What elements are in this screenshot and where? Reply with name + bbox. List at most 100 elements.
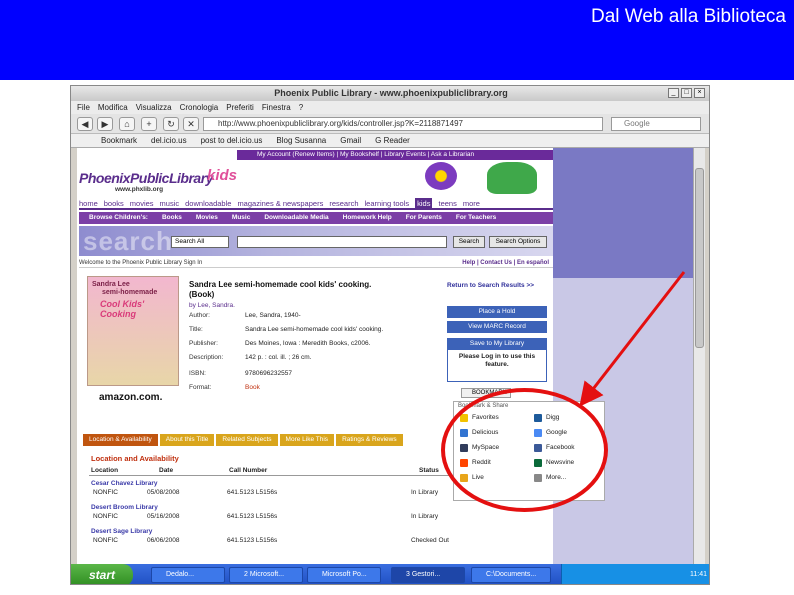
subnav-books[interactable]: Books xyxy=(162,212,182,224)
col-date: Date xyxy=(159,467,174,474)
cover-title: Cool Kids' Cooking xyxy=(100,299,145,319)
tab-location-availability[interactable]: Location & Availability xyxy=(83,434,158,446)
bookmark-item[interactable]: Gmail xyxy=(340,134,361,147)
catalog-search-input[interactable] xyxy=(237,236,447,248)
reload-icon[interactable]: ↻ xyxy=(163,117,179,131)
vertical-scrollbar[interactable] xyxy=(693,148,705,573)
taskbar-item[interactable]: C:\Documents... xyxy=(471,567,551,583)
tab-teens[interactable]: teens xyxy=(438,198,456,208)
stop-icon[interactable]: ✕ xyxy=(183,117,199,131)
subnav-music[interactable]: Music xyxy=(232,212,250,224)
meta-value: 142 p. : col. ill. ; 26 cm. xyxy=(245,354,312,361)
status: In Library xyxy=(411,489,439,496)
meta-label: Publisher: xyxy=(189,340,218,347)
availability-heading: Location and Availability xyxy=(91,454,179,463)
date: 05/16/2008 xyxy=(147,513,180,520)
bookmark-item[interactable]: G Reader xyxy=(375,134,410,147)
address-bar[interactable]: http://www.phoenixpubliclibrary.org/kids… xyxy=(203,117,603,131)
book-author-link[interactable]: by Lee, Sandra. xyxy=(189,302,235,309)
clock[interactable]: 11:41 xyxy=(690,571,707,578)
bookmark-item[interactable]: del.icio.us xyxy=(151,134,187,147)
scroll-thumb[interactable] xyxy=(695,168,704,348)
library-name[interactable]: Desert Broom Library xyxy=(91,504,158,511)
help-links[interactable]: Help | Contact Us | En español xyxy=(462,258,549,268)
library-name[interactable]: Cesar Chavez Library xyxy=(91,480,157,487)
library-logo[interactable]: PhoenixPublicLibrary kids www.phxlib.org xyxy=(79,164,239,194)
amazon-logo[interactable]: amazon.com. xyxy=(99,392,162,403)
slide-header: Dal Web alla Biblioteca xyxy=(0,0,794,80)
taskbar-item[interactable]: Microsoft Po... xyxy=(307,567,381,583)
date: 05/08/2008 xyxy=(147,489,180,496)
bookmark-item[interactable]: post to del.icio.us xyxy=(201,134,263,147)
subnav-downloadable-media[interactable]: Downloadable Media xyxy=(264,212,328,224)
taskbar-item[interactable]: Dedalo... xyxy=(151,567,225,583)
place-hold-button[interactable]: Place a Hold xyxy=(447,306,547,318)
menu-help[interactable]: ? xyxy=(299,101,303,114)
tab-books[interactable]: books xyxy=(104,198,124,208)
web-search-input[interactable]: Google xyxy=(611,117,701,131)
search-options-button[interactable]: Search Options xyxy=(489,236,547,248)
tab-music[interactable]: music xyxy=(160,198,180,208)
subnav-homework-help[interactable]: Homework Help xyxy=(343,212,392,224)
login-note[interactable]: Please Log in to use this feature. xyxy=(447,348,547,382)
tab-kids[interactable]: kids xyxy=(415,198,433,208)
menu-view[interactable]: Visualizza xyxy=(136,101,172,114)
bookmark-item[interactable]: Blog Susanna xyxy=(276,134,326,147)
tab-downloadable[interactable]: downloadable xyxy=(185,198,231,208)
maximize-icon[interactable]: □ xyxy=(681,88,692,98)
search-scope-select[interactable]: Search All xyxy=(171,236,229,248)
home-icon[interactable]: ⌂ xyxy=(119,117,135,131)
flower-illustration xyxy=(425,162,457,190)
logo-kids: kids xyxy=(207,167,238,184)
menu-file[interactable]: File xyxy=(77,101,90,114)
status: In Library xyxy=(411,513,439,520)
menu-edit[interactable]: Modifica xyxy=(98,101,128,114)
meta-value: Sandra Lee semi-homemade cool kids' cook… xyxy=(245,326,384,333)
tab-home[interactable]: home xyxy=(79,198,98,208)
cover-line2: semi-homemade xyxy=(102,289,158,296)
tab-magazines[interactable]: magazines & newspapers xyxy=(237,198,323,208)
call-number: 641.5123 L5156s xyxy=(227,537,278,544)
taskbar-item[interactable]: 2 Microsoft... xyxy=(229,567,303,583)
slide: Dal Web alla Biblioteca Phoenix Public L… xyxy=(0,0,794,595)
book-cover-image[interactable]: Sandra Lee semi-homemade Cool Kids' Cook… xyxy=(87,276,179,386)
account-links[interactable]: My Account (Renew Items) | My Bookshelf … xyxy=(237,150,553,160)
welcome-text[interactable]: Welcome to the Phoenix Public Library Si… xyxy=(79,260,202,266)
nav-toolbar: ◀ ▶ ⌂ + ↻ ✕ http://www.phoenixpubliclibr… xyxy=(71,114,709,134)
subnav-for-teachers[interactable]: For Teachers xyxy=(456,212,496,224)
menu-bookmarks[interactable]: Preferiti xyxy=(226,101,254,114)
start-button[interactable]: start xyxy=(71,564,133,584)
taskbar-item-active[interactable]: 3 Gestori... xyxy=(391,567,465,583)
subnav-for-parents[interactable]: For Parents xyxy=(406,212,442,224)
annotation-circle xyxy=(441,388,608,512)
browser-screenshot: Phoenix Public Library - www.phoenixpubl… xyxy=(70,85,710,585)
tab-related-subjects[interactable]: Related Subjects xyxy=(216,434,278,446)
forward-icon[interactable]: ▶ xyxy=(97,117,113,131)
tab-more-like-this[interactable]: More Like This xyxy=(279,434,335,446)
back-icon[interactable]: ◀ xyxy=(77,117,93,131)
bookmark-item[interactable]: Bookmark xyxy=(101,134,137,147)
tab-learning-tools[interactable]: learning tools xyxy=(365,198,410,208)
tab-movies[interactable]: movies xyxy=(130,198,154,208)
tab-about-title[interactable]: About this Title xyxy=(159,434,215,446)
catalog-search-button[interactable]: Search xyxy=(453,236,485,248)
return-to-results-link[interactable]: Return to Search Results >> xyxy=(447,282,534,289)
tab-ratings-reviews[interactable]: Ratings & Reviews xyxy=(336,434,403,446)
library-name[interactable]: Desert Sage Library xyxy=(91,528,152,535)
welcome-bar: Welcome to the Phoenix Public Library Si… xyxy=(79,258,553,268)
status: Checked Out xyxy=(411,537,449,544)
menu-window[interactable]: Finestra xyxy=(262,101,291,114)
tab-research[interactable]: research xyxy=(329,198,358,208)
add-bookmark-icon[interactable]: + xyxy=(141,117,157,131)
web-page: My Account (Renew Items) | My Bookshelf … xyxy=(77,148,553,573)
close-icon[interactable]: × xyxy=(694,88,705,98)
view-marc-button[interactable]: View MARC Record xyxy=(447,321,547,333)
tab-more[interactable]: more xyxy=(463,198,480,208)
minimize-icon[interactable]: _ xyxy=(668,88,679,98)
subnav-label: Browse Children's: xyxy=(89,214,148,221)
subnav-movies[interactable]: Movies xyxy=(196,212,218,224)
windows-taskbar: start Dedalo... 2 Microsoft... Microsoft… xyxy=(71,564,709,584)
table-row: NONFIC 06/06/2008 641.5123 L5156s Checke… xyxy=(91,537,471,546)
menu-history[interactable]: Cronologia xyxy=(180,101,219,114)
collection: NONFIC xyxy=(93,537,118,544)
